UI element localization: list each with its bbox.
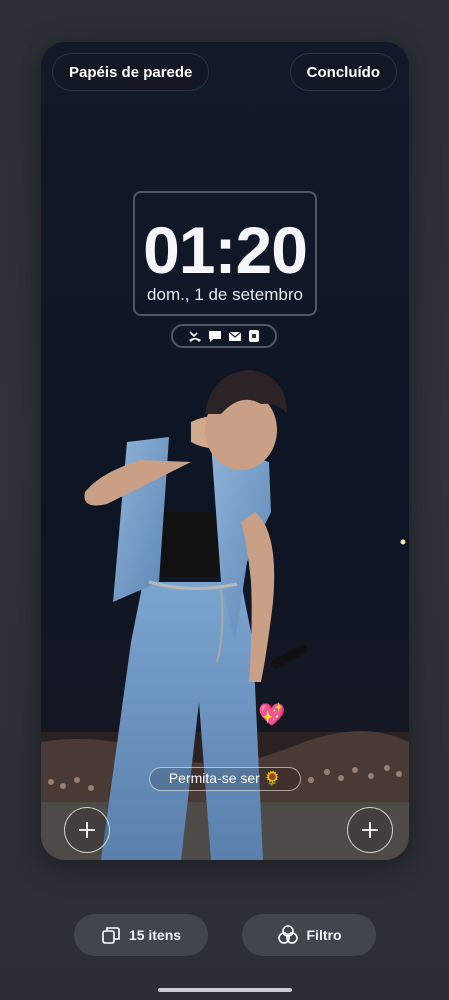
filter-button[interactable]: Filtro: [242, 914, 376, 956]
items-count-label: 15 itens: [128, 927, 182, 943]
lock-icon: [249, 330, 259, 342]
mail-icon: [228, 331, 242, 341]
plus-icon: [79, 822, 95, 838]
plus-icon: [362, 822, 378, 838]
missed-call-icon: [189, 331, 201, 342]
wallpaper-photo: 💖: [41, 42, 409, 860]
filter-icon: [277, 925, 298, 944]
items-button[interactable]: 15 itens: [74, 914, 208, 956]
notification-icons-widget[interactable]: [171, 324, 277, 348]
clock-date: dom., 1 de setembro: [147, 285, 303, 304]
stack-icon: [102, 927, 120, 944]
clock-time: 01:20: [143, 213, 308, 287]
lockscreen-caption[interactable]: Permita-se ser 🌻: [149, 767, 301, 791]
add-shortcut-right-button[interactable]: [347, 807, 393, 853]
done-button[interactable]: Concluído: [289, 53, 397, 91]
home-indicator[interactable]: [158, 988, 292, 992]
clock-widget[interactable]: 01:20 dom., 1 de setembro: [133, 191, 317, 316]
lockscreen-preview[interactable]: 💖 Papéis de parede Concluído 01:20 dom.,…: [41, 42, 409, 860]
wallpapers-button[interactable]: Papéis de parede: [52, 53, 210, 91]
message-icon: [209, 331, 221, 342]
add-shortcut-left-button[interactable]: [64, 807, 110, 853]
filter-label: Filtro: [306, 927, 342, 943]
svg-text:💖: 💖: [258, 702, 286, 728]
